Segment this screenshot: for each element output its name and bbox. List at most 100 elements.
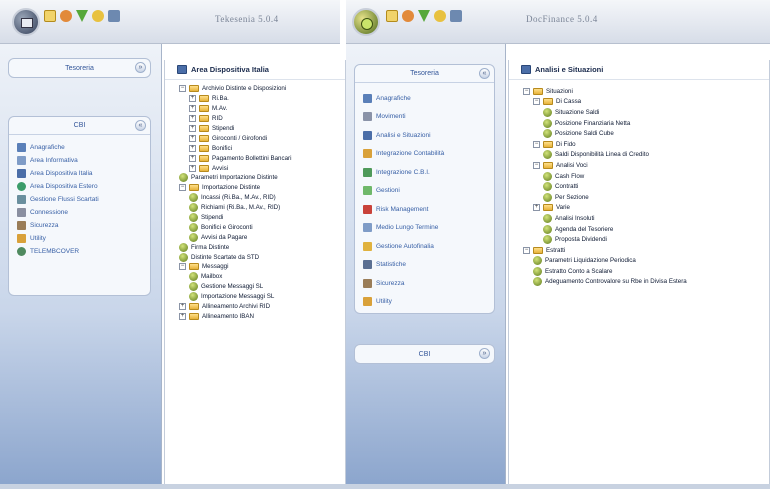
tree-leaf-node[interactable]: Firma Distinte — [179, 242, 345, 252]
tree-leaf-node[interactable]: Parametri Liquidazione Periodica — [523, 256, 769, 267]
chevron-down-icon[interactable]: » — [135, 62, 146, 73]
expand-icon[interactable]: + — [189, 144, 196, 152]
star-icon[interactable] — [92, 10, 104, 22]
tree-folder-node[interactable]: + Pagamento Bollettini Bancari — [179, 153, 345, 163]
tree-leaf-node[interactable]: Mailbox — [179, 272, 345, 282]
sidebar-item-integrazione-contabilita[interactable]: Integrazione Contabilità — [355, 145, 494, 164]
expand-icon[interactable]: + — [179, 312, 186, 320]
tree-leaf-node[interactable]: Analisi Insoluti — [523, 213, 769, 224]
tree-leaf-node[interactable]: Situazione Saldi — [523, 107, 769, 118]
cbi-panel-header[interactable]: CBI » — [355, 345, 494, 363]
users-icon[interactable] — [450, 10, 462, 22]
tree-leaf-node[interactable]: Cash Flow — [523, 171, 769, 182]
app-logo-icon[interactable] — [12, 8, 40, 36]
sidebar-item-area-dispositiva-italia[interactable]: Area Dispositiva Italia — [9, 167, 150, 180]
filter-icon[interactable] — [76, 10, 88, 22]
collapse-icon[interactable]: − — [533, 161, 540, 169]
sidebar-item-sicurezza[interactable]: Sicurezza — [9, 219, 150, 232]
expand-icon[interactable]: + — [189, 154, 196, 162]
tree-folder-node[interactable]: − Messaggi — [179, 262, 345, 272]
collapse-icon[interactable]: − — [533, 140, 540, 148]
collapse-icon[interactable]: − — [523, 246, 530, 254]
tree-leaf-node[interactable]: Stipendi — [179, 213, 345, 223]
users-icon[interactable] — [108, 10, 120, 22]
tree-folder-node[interactable]: − Archivio Distinte e Disposizioni — [179, 84, 345, 94]
tree-folder-node[interactable]: − Importazione Distinte — [179, 183, 345, 193]
tree-leaf-node[interactable]: Gestione Messaggi SL — [179, 282, 345, 292]
chevron-up-icon[interactable]: « — [135, 120, 146, 131]
tree-folder-node[interactable]: + Avvisi — [179, 163, 345, 173]
tree-folder-node[interactable]: + Ri.Ba. — [179, 94, 345, 104]
sidebar-item-gestioni[interactable]: Gestioni — [355, 182, 494, 201]
tree-leaf-node[interactable]: Posizione Saldi Cube — [523, 128, 769, 139]
tree-leaf-node[interactable]: Incassi (Ri.Ba., M.Av., RID) — [179, 193, 345, 203]
expand-icon[interactable]: + — [189, 164, 196, 172]
sidebar-item-telembcover[interactable]: TELEMBCOVER — [9, 245, 150, 258]
sidebar-item-utility[interactable]: Utility — [9, 232, 150, 245]
tree-folder-node[interactable]: − Analisi Voci — [523, 160, 769, 171]
sidebar-item-medio-lungo-termine[interactable]: Medio Lungo Termine — [355, 219, 494, 238]
sidebar-item-gestione-autofinalia[interactable]: Gestione Autofinalia — [355, 237, 494, 256]
sidebar-item-area-dispositiva-estero[interactable]: Area Dispositiva Estero — [9, 180, 150, 193]
tree-folder-node[interactable]: − Di Cassa — [523, 97, 769, 108]
tree-leaf-node[interactable]: Posizione Finanziaria Netta — [523, 118, 769, 129]
tree-folder-node[interactable]: + Stipendi — [179, 124, 345, 134]
cbi-panel[interactable]: CBI » — [354, 344, 495, 364]
expand-icon[interactable]: + — [189, 134, 196, 142]
expand-icon[interactable]: + — [189, 105, 196, 113]
sidebar-item-statistiche[interactable]: Statistiche — [355, 256, 494, 275]
app-logo-icon[interactable] — [352, 8, 380, 36]
tree-leaf-node[interactable]: Bonifici e Giroconti — [179, 222, 345, 232]
tree-leaf-node[interactable]: Per Sezione — [523, 192, 769, 203]
sidebar-item-sicurezza[interactable]: Sicurezza — [355, 274, 494, 293]
tree-leaf-node[interactable]: Avvisi da Pagare — [179, 232, 345, 242]
collapse-icon[interactable]: − — [179, 184, 186, 192]
sidebar-item-anagrafiche[interactable]: Anagrafiche — [9, 141, 150, 154]
sidebar-item-risk-management[interactable]: Risk Management — [355, 200, 494, 219]
chevron-down-icon[interactable]: » — [479, 348, 490, 359]
expand-icon[interactable]: + — [533, 204, 540, 212]
tree-folder-node[interactable]: − Situazioni — [523, 86, 769, 97]
search-icon[interactable] — [60, 10, 72, 22]
sidebar-item-integrazione-cbi[interactable]: Integrazione C.B.I. — [355, 163, 494, 182]
tree-leaf-node[interactable]: Richiami (Ri.Ba., M.Av., RID) — [179, 203, 345, 213]
sidebar-item-connessione[interactable]: Connessione — [9, 206, 150, 219]
expand-icon[interactable]: + — [189, 115, 196, 123]
chevron-up-icon[interactable]: « — [479, 68, 490, 79]
cbi-panel-header[interactable]: CBI « — [9, 117, 150, 135]
expand-icon[interactable]: + — [189, 125, 196, 132]
tree-leaf-node[interactable]: Agenda del Tesoriere — [523, 224, 769, 235]
tree-folder-node[interactable]: + Allineamento Archivi RID — [179, 302, 345, 312]
folder-icon[interactable] — [44, 10, 56, 22]
tree-folder-node[interactable]: + Allineamento IBAN — [179, 311, 345, 321]
tree-folder-node[interactable]: + RID — [179, 114, 345, 124]
tree-leaf-node[interactable]: Distinte Scartate da STD — [179, 252, 345, 262]
collapse-icon[interactable]: − — [179, 263, 186, 271]
tesoreria-panel-header[interactable]: Tesoreria » — [9, 59, 150, 77]
tesoreria-panel-header[interactable]: Tesoreria « — [355, 65, 494, 83]
collapse-icon[interactable]: − — [523, 87, 530, 95]
tree-folder-node[interactable]: + M.Av. — [179, 104, 345, 114]
tree-folder-node[interactable]: − Estratti — [523, 245, 769, 256]
tree-folder-node[interactable]: + Bonifici — [179, 143, 345, 153]
filter-icon[interactable] — [418, 10, 430, 22]
tree-folder-node[interactable]: − Di Fido — [523, 139, 769, 150]
star-icon[interactable] — [434, 10, 446, 22]
tree-folder-node[interactable]: + Varie — [523, 203, 769, 214]
tree-folder-node[interactable]: + Giroconti / Girofondi — [179, 133, 345, 143]
folder-icon[interactable] — [386, 10, 398, 22]
sidebar-item-utility[interactable]: Utility — [355, 293, 494, 312]
tesoreria-panel[interactable]: Tesoreria » — [8, 58, 151, 78]
expand-icon[interactable]: + — [179, 303, 186, 311]
collapse-icon[interactable]: − — [533, 98, 540, 106]
sidebar-item-anagrafiche[interactable]: Anagrafiche — [355, 89, 494, 108]
tree-leaf-node[interactable]: Proposta Dividendi — [523, 234, 769, 245]
tree-leaf-node[interactable]: Adeguamento Controvalore su Rbe in Divis… — [523, 277, 769, 288]
tree-leaf-node[interactable]: Saldi Disponibilità Linea di Credito — [523, 150, 769, 161]
sidebar-item-gestione-flussi[interactable]: Gestione Flussi Scartati — [9, 193, 150, 206]
collapse-icon[interactable]: − — [179, 85, 186, 93]
sidebar-item-analisi-situazioni[interactable]: Analisi e Situazioni — [355, 126, 494, 145]
search-icon[interactable] — [402, 10, 414, 22]
sidebar-item-area-informativa[interactable]: Area Informativa — [9, 154, 150, 167]
expand-icon[interactable]: + — [189, 95, 196, 103]
